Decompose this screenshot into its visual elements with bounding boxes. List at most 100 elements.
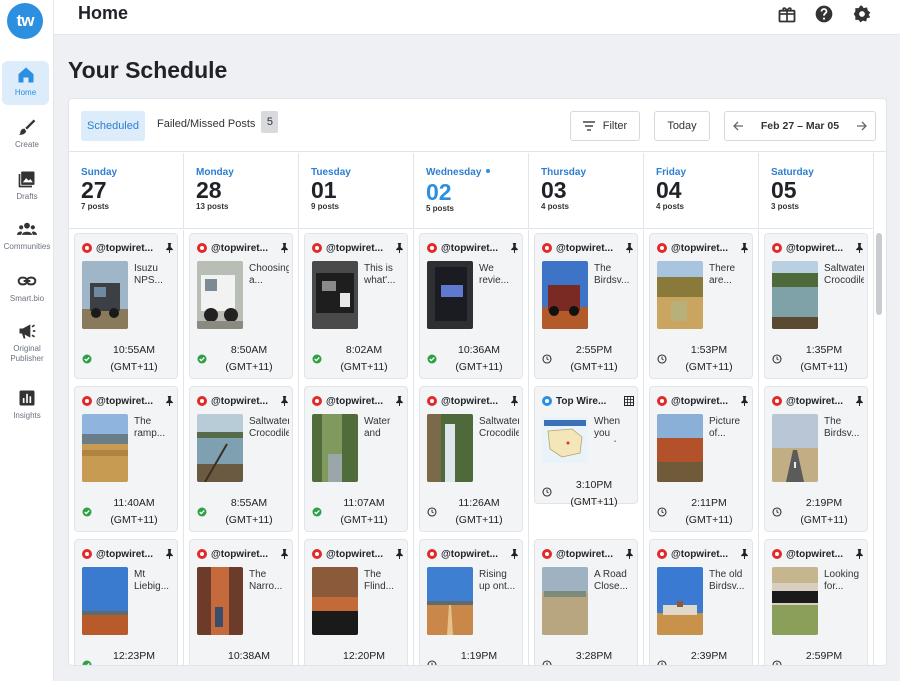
thumbnail-image [542, 567, 588, 635]
pushpin-icon[interactable] [625, 549, 634, 559]
post-thumbnail[interactable] [82, 567, 128, 635]
sidebar-item-insights[interactable]: Insights [0, 384, 54, 428]
gear-icon[interactable] [852, 4, 872, 24]
pushpin-icon[interactable] [395, 243, 404, 253]
post-status [657, 504, 667, 517]
post-thumbnail[interactable] [542, 567, 588, 635]
pushpin-icon[interactable] [165, 396, 174, 406]
post-thumbnail[interactable] [427, 414, 473, 482]
thumbnail-image [312, 567, 358, 635]
sidebar-item-home[interactable]: Home [2, 61, 49, 105]
pushpin-icon[interactable] [395, 549, 404, 559]
account-name: @topwiret... [786, 242, 843, 254]
post-thumbnail[interactable] [772, 414, 818, 482]
post-card[interactable]: @topwiret... Saltwater Crocodile 1:35PM (GM… [764, 233, 868, 379]
post-thumbnail[interactable] [197, 567, 243, 635]
pushpin-icon[interactable] [740, 549, 749, 559]
post-card[interactable]: @topwiret... Saltwater Crocodile 8:55AM (GM… [189, 386, 293, 532]
post-thumbnail[interactable] [197, 414, 243, 482]
account-name: @topwiret... [211, 242, 268, 254]
post-card[interactable]: @topwiret... The Flind... 12:20PM [304, 539, 408, 665]
day-column-sunday: @topwiret... Isuzu NPS... 10:55AM (GMT+11) @… [69, 230, 184, 665]
post-status [82, 351, 92, 364]
tab-failed-missed[interactable]: Failed/Missed Posts 5 [157, 111, 279, 133]
arrow-right-icon[interactable] [856, 121, 867, 131]
tab-scheduled[interactable]: Scheduled [81, 111, 145, 141]
pushpin-icon[interactable] [625, 243, 634, 253]
pushpin-icon[interactable] [280, 549, 289, 559]
pushpin-icon[interactable] [855, 396, 864, 406]
pushpin-icon[interactable] [510, 243, 519, 253]
pushpin-icon[interactable] [740, 396, 749, 406]
pushpin-icon[interactable] [855, 549, 864, 559]
post-thumbnail[interactable] [312, 261, 358, 329]
post-card[interactable]: @topwiret... Picture of... 2:11PM (GMT+11) [649, 386, 753, 532]
account-name: @topwiret... [671, 548, 728, 560]
pushpin-icon[interactable] [280, 243, 289, 253]
post-thumbnail[interactable] [312, 414, 358, 482]
grid-icon[interactable] [624, 396, 634, 406]
post-card[interactable]: @topwiret... Rising up ont... 1:19PM [419, 539, 523, 665]
pushpin-icon[interactable] [165, 549, 174, 559]
post-card[interactable]: @topwiret... Choosing a... 8:50AM (GMT+11) [189, 233, 293, 379]
app-logo[interactable]: tw [7, 3, 43, 39]
post-thumbnail[interactable] [772, 261, 818, 329]
sidebar-item-communities[interactable]: Communities [0, 215, 54, 259]
logo-text: tw [16, 11, 35, 30]
post-thumbnail[interactable] [657, 414, 703, 482]
post-card[interactable]: @topwiret... The Birdsv... 2:55PM (GMT+11) [534, 233, 638, 379]
post-card[interactable]: @topwiret... This is what'... 8:02AM (GMT+1… [304, 233, 408, 379]
post-card[interactable]: @topwiret... There are... 1:53PM (GMT+11) [649, 233, 753, 379]
chart-icon [19, 390, 35, 406]
post-thumbnail[interactable] [427, 567, 473, 635]
account-name: @topwiret... [556, 242, 613, 254]
pushpin-icon[interactable] [280, 396, 289, 406]
post-card[interactable]: @topwiret... Water and greenery 11:07AM (GM… [304, 386, 408, 532]
post-card[interactable]: @topwiret... A Road Close... 3:28PM (GMT+11… [534, 539, 638, 665]
post-thumbnail[interactable] [312, 567, 358, 635]
post-thumbnail[interactable] [197, 261, 243, 329]
post-card[interactable]: @topwiret... Isuzu NPS... 10:55AM (GMT+11) [74, 233, 178, 379]
pushpin-icon[interactable] [510, 549, 519, 559]
post-time: 12:23PM [95, 648, 173, 665]
clock-icon [657, 354, 667, 364]
post-thumbnail[interactable] [542, 417, 588, 463]
account-name: @topwiret... [96, 548, 153, 560]
post-thumbnail[interactable] [82, 414, 128, 482]
post-thumbnail[interactable] [772, 567, 818, 635]
thumbnail-image [657, 567, 703, 635]
sidebar-item-original-publisher[interactable]: Original Publisher [0, 317, 54, 373]
pushpin-icon[interactable] [740, 243, 749, 253]
pushpin-icon[interactable] [510, 396, 519, 406]
post-thumbnail[interactable] [82, 261, 128, 329]
post-card[interactable]: @topwiret... The Narro... 10:38AM [189, 539, 293, 665]
gift-icon[interactable] [777, 4, 797, 24]
check-circle-icon [197, 507, 207, 517]
post-card[interactable]: @topwiret... We revie... 10:36AM (GMT+11) [419, 233, 523, 379]
post-card[interactable]: @topwiret... Looking for... 2:59PM [764, 539, 868, 665]
help-icon[interactable] [814, 4, 834, 24]
filter-button[interactable]: Filter [570, 111, 640, 141]
pushpin-icon[interactable] [395, 396, 404, 406]
sidebar-item-create[interactable]: Create [0, 113, 54, 157]
post-card[interactable]: @topwiret... The ramp... 11:40AM (GMT+11) [74, 386, 178, 532]
account-name: @topwiret... [211, 548, 268, 560]
account-name: @topwiret... [671, 395, 728, 407]
pushpin-icon[interactable] [165, 243, 174, 253]
post-thumbnail[interactable] [657, 567, 703, 635]
post-card[interactable]: @topwiret... The Birdsv... 2:19PM (GMT+11) [764, 386, 868, 532]
post-card[interactable]: Top Wire... When you need som 3:10PM (GMT+1… [534, 386, 638, 508]
today-button[interactable]: Today [654, 111, 710, 141]
scrollbar[interactable] [876, 233, 882, 315]
post-thumbnail[interactable] [427, 261, 473, 329]
sidebar-item-drafts[interactable]: Drafts [0, 165, 54, 209]
pushpin-icon[interactable] [855, 243, 864, 253]
sidebar-item-smartbio[interactable]: Smart.bio [0, 267, 54, 311]
post-thumbnail[interactable] [542, 261, 588, 329]
post-thumbnail[interactable] [657, 261, 703, 329]
post-card[interactable]: @topwiret... Saltwater Crocodile 11:26AM (G… [419, 386, 523, 532]
arrow-left-icon[interactable] [733, 121, 744, 131]
post-card[interactable]: @topwiret... The old Birdsv... 2:39PM [649, 539, 753, 665]
post-card[interactable]: @topwiret... Mt Liebig... 12:23PM [74, 539, 178, 665]
post-caption: Saltwater Crocodile [824, 263, 864, 286]
